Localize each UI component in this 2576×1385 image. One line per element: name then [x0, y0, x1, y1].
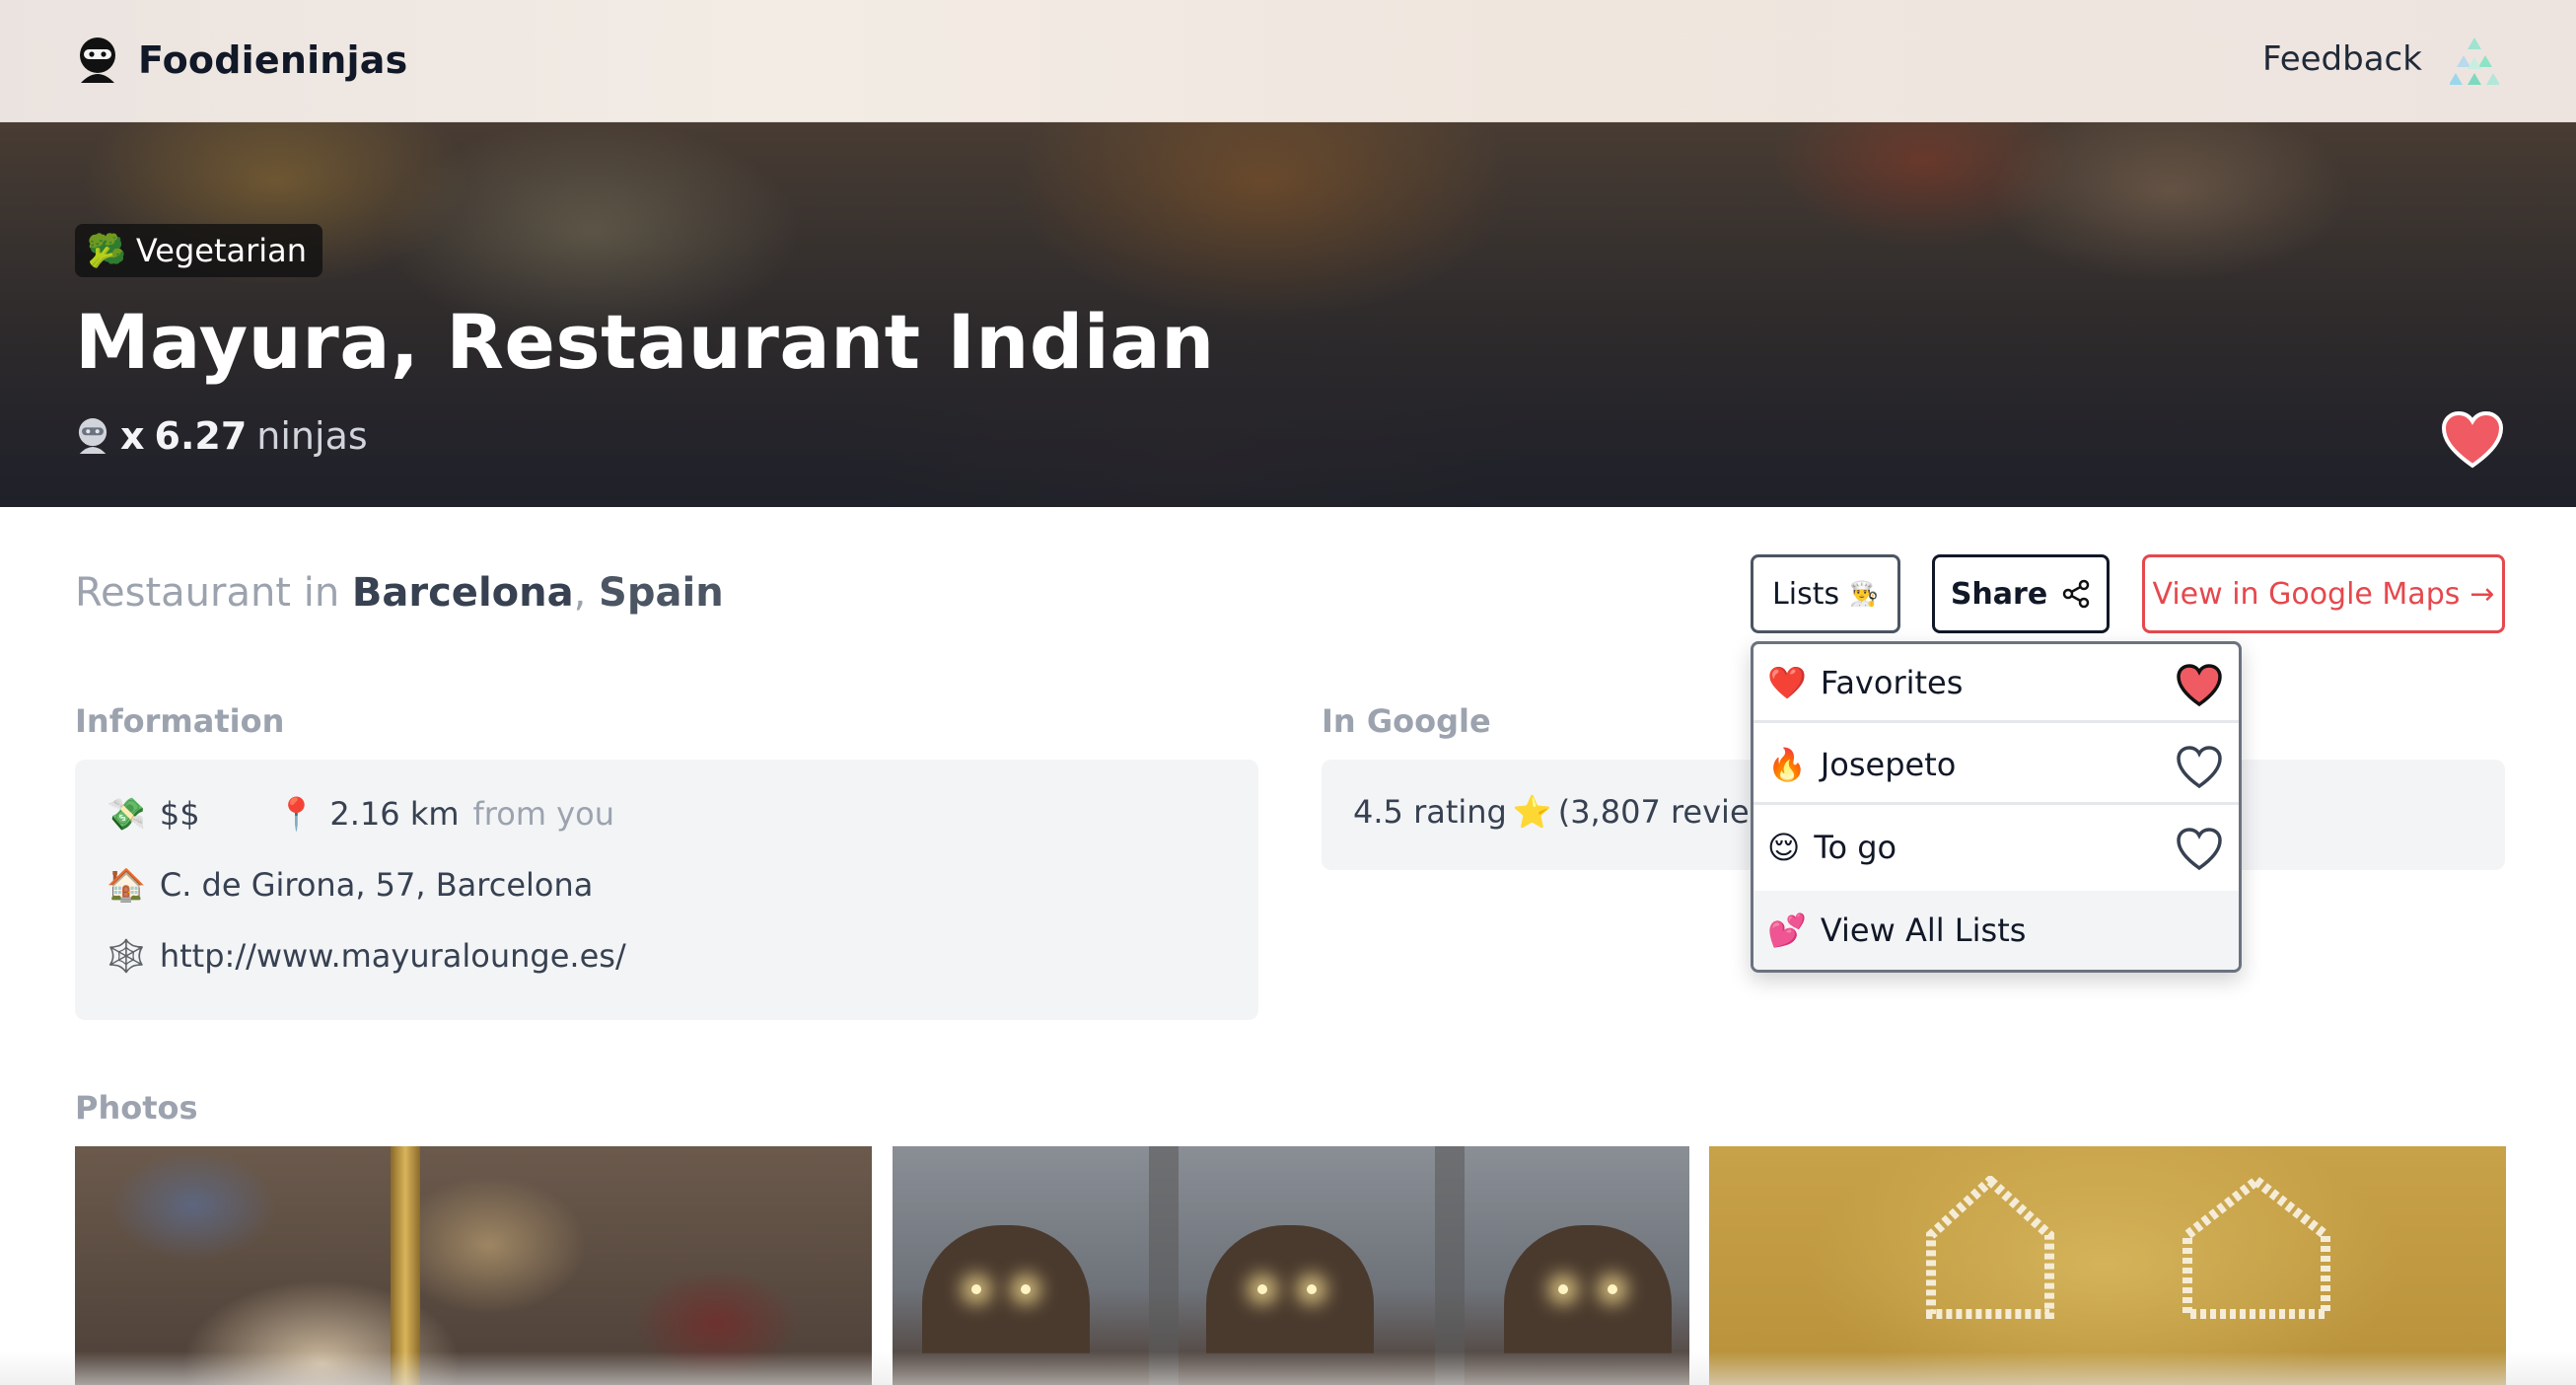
price-level: $$ [159, 795, 200, 833]
feedback-link[interactable]: Feedback [2262, 39, 2422, 79]
heart-filled-icon[interactable] [2176, 664, 2223, 707]
brand-name: Foodieninjas [138, 38, 408, 82]
view-in-google-maps-button[interactable]: View in Google Maps → [2142, 554, 2505, 633]
ninja-unit: ninjas [256, 414, 368, 458]
lists-label: Lists [1772, 576, 1840, 612]
website-link[interactable]: http://www.mayuralounge.es/ [160, 937, 626, 975]
address-row: 🏠 C. de Girona, 57, Barcelona [107, 866, 593, 904]
category-badge: 🥦 Vegetarian [75, 224, 323, 277]
two-hearts-icon: 💕 [1767, 911, 1807, 949]
house-icon: 🏠 [107, 866, 146, 904]
view-all-lists-label: View All Lists [1820, 911, 2027, 949]
list-item-to-go[interactable]: 😌 To go [1753, 808, 2239, 887]
arch [922, 1225, 1090, 1353]
ninja-value: 6.27 [154, 414, 248, 458]
star-icon: ⭐ [1512, 793, 1552, 831]
view-all-lists-link[interactable]: 💕 View All Lists [1753, 891, 2239, 970]
wall-ornament [2182, 1176, 2330, 1319]
lamp-light [1257, 1284, 1267, 1294]
lamp-light [1558, 1284, 1568, 1294]
arch [1504, 1225, 1672, 1353]
rating-text: 4.5 rating [1353, 793, 1507, 831]
address-text: C. de Girona, 57, Barcelona [159, 866, 594, 904]
pin-icon: 📍 [276, 795, 317, 833]
hero-banner: 🥦 Vegetarian Mayura, Restaurant Indian x… [0, 122, 2576, 507]
location-city: Barcelona [351, 570, 574, 616]
information-panel: 💸 $$ 📍 2.16 km from you 🏠 C. de Girona, … [75, 760, 1258, 1020]
photos-heading: Photos [75, 1089, 198, 1127]
distance-value: 2.16 km [329, 795, 460, 833]
ninja-icon [80, 37, 115, 83]
ninja-prefix: x [120, 414, 145, 458]
lamp-light [971, 1284, 981, 1294]
web-icon: 🕸️ [107, 937, 146, 975]
heart-outline-icon[interactable] [2176, 746, 2223, 789]
lamp-light [1608, 1284, 1617, 1294]
list-item-favorites[interactable]: ❤️ Favorites [1753, 644, 2239, 723]
location-country: Spain [599, 570, 724, 616]
lists-button[interactable]: Lists 👨‍🍳 [1751, 554, 1900, 633]
category-label: Vegetarian [135, 232, 308, 269]
share-icon [2062, 579, 2090, 609]
heart-outline-icon[interactable] [2176, 828, 2223, 871]
list-label: Josepeto [1820, 745, 1957, 783]
red-heart-icon: ❤️ [1767, 663, 1807, 701]
fire-icon: 🔥 [1767, 745, 1807, 783]
brand[interactable]: Foodieninjas [75, 36, 407, 85]
photo-2[interactable] [893, 1146, 1689, 1385]
list-label: To go [1814, 829, 1897, 866]
relieved-face-icon: 😌 [1767, 829, 1801, 866]
list-item-josepeto[interactable]: 🔥 Josepeto [1753, 726, 2239, 805]
wall-ornament [1926, 1176, 2054, 1319]
ninja-icon [78, 418, 107, 454]
location-line: Restaurant in Barcelona, Spain [75, 570, 724, 616]
top-nav: Foodieninjas Feedback [0, 0, 2576, 122]
arch [1206, 1225, 1374, 1353]
photo-1[interactable] [75, 1146, 872, 1385]
website-row: 🕸️ http://www.mayuralounge.es/ [107, 937, 626, 975]
location-prefix: Restaurant in [75, 570, 340, 616]
lamp-light [1307, 1284, 1317, 1294]
restaurant-title: Mayura, Restaurant Indian [75, 298, 1215, 386]
list-label: Favorites [1820, 663, 1964, 701]
arrow-right-icon: → [2469, 576, 2495, 612]
brass-lamp [391, 1146, 420, 1385]
google-heading: In Google [1322, 702, 1491, 740]
price-distance-row: 💸 $$ 📍 2.16 km from you [107, 795, 614, 833]
distance-suffix: from you [472, 795, 614, 833]
ninja-score: x 6.27 ninjas [75, 414, 368, 458]
favorite-heart-icon[interactable] [2440, 410, 2505, 470]
lamp-light [1021, 1284, 1031, 1294]
location-separator: , [573, 570, 587, 616]
broccoli-icon: 🥦 [87, 232, 126, 269]
money-icon: 💸 [107, 795, 146, 833]
lists-dropdown: ❤️ Favorites 🔥 Josepeto 😌 To go 💕 View A… [1751, 641, 2242, 973]
triangle-logo-icon[interactable] [2450, 36, 2499, 87]
maps-label: View in Google Maps [2152, 576, 2461, 612]
chef-icon: 👨‍🍳 [1849, 580, 1879, 608]
share-label: Share [1950, 576, 2048, 612]
information-heading: Information [75, 702, 285, 740]
photo-3[interactable] [1709, 1146, 2506, 1385]
share-button[interactable]: Share [1932, 554, 2110, 633]
google-rating: 4.5 rating ⭐ (3,807 reviews [1353, 793, 1791, 831]
